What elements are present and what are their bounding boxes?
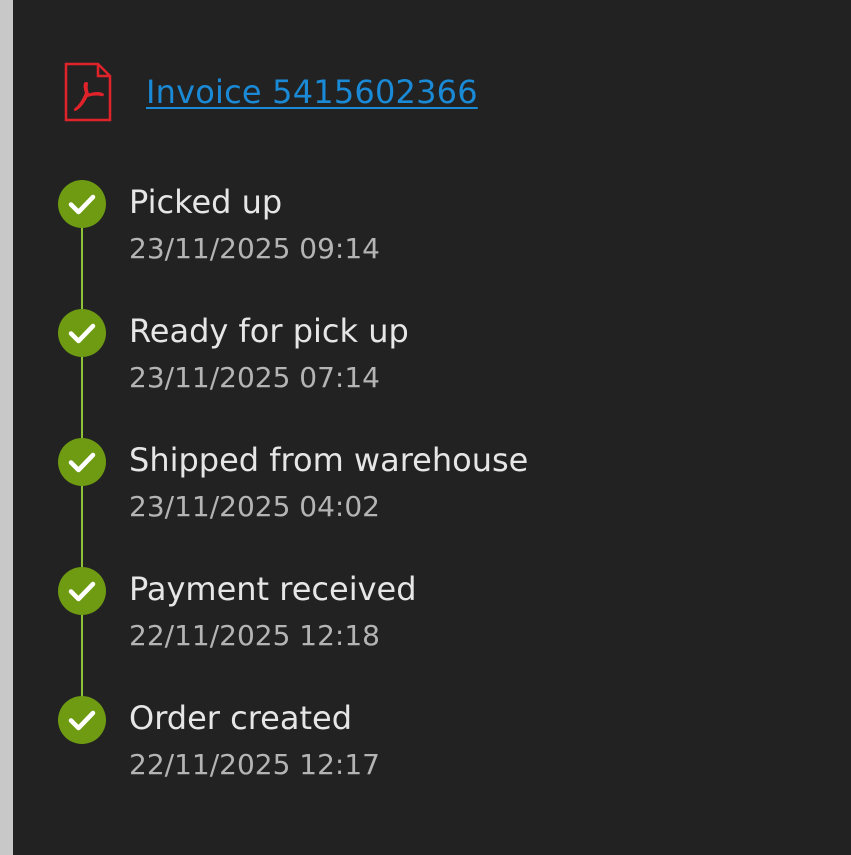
order-timeline: Picked up 23/11/2025 09:14 Ready for pic… bbox=[58, 180, 818, 825]
timeline-event-time: 22/11/2025 12:18 bbox=[129, 619, 380, 652]
timeline-item: Shipped from warehouse 23/11/2025 04:02 bbox=[58, 438, 818, 567]
check-circle-icon bbox=[58, 309, 106, 357]
timeline-event-time: 23/11/2025 07:14 bbox=[129, 361, 380, 394]
timeline-event-title: Picked up bbox=[129, 183, 283, 221]
check-circle-icon bbox=[58, 567, 106, 615]
check-circle-icon bbox=[58, 438, 106, 486]
pdf-icon[interactable] bbox=[64, 62, 112, 122]
timeline-event-title: Payment received bbox=[129, 570, 417, 608]
timeline-event-time: 23/11/2025 09:14 bbox=[129, 232, 380, 265]
timeline-item: Payment received 22/11/2025 12:18 bbox=[58, 567, 818, 696]
order-status-panel: Invoice 5415602366 Picked up 23/11/2025 … bbox=[13, 0, 851, 855]
invoice-row: Invoice 5415602366 bbox=[64, 62, 478, 122]
check-circle-icon bbox=[58, 180, 106, 228]
timeline-item: Picked up 23/11/2025 09:14 bbox=[58, 180, 818, 309]
timeline-item: Order created 22/11/2025 12:17 bbox=[58, 696, 818, 825]
timeline-event-title: Order created bbox=[129, 699, 352, 737]
invoice-link[interactable]: Invoice 5415602366 bbox=[146, 73, 478, 111]
timeline-event-time: 23/11/2025 04:02 bbox=[129, 490, 380, 523]
timeline-item: Ready for pick up 23/11/2025 07:14 bbox=[58, 309, 818, 438]
timeline-event-title: Shipped from warehouse bbox=[129, 441, 529, 479]
timeline-event-time: 22/11/2025 12:17 bbox=[129, 748, 380, 781]
timeline-event-title: Ready for pick up bbox=[129, 312, 409, 350]
check-circle-icon bbox=[58, 696, 106, 744]
